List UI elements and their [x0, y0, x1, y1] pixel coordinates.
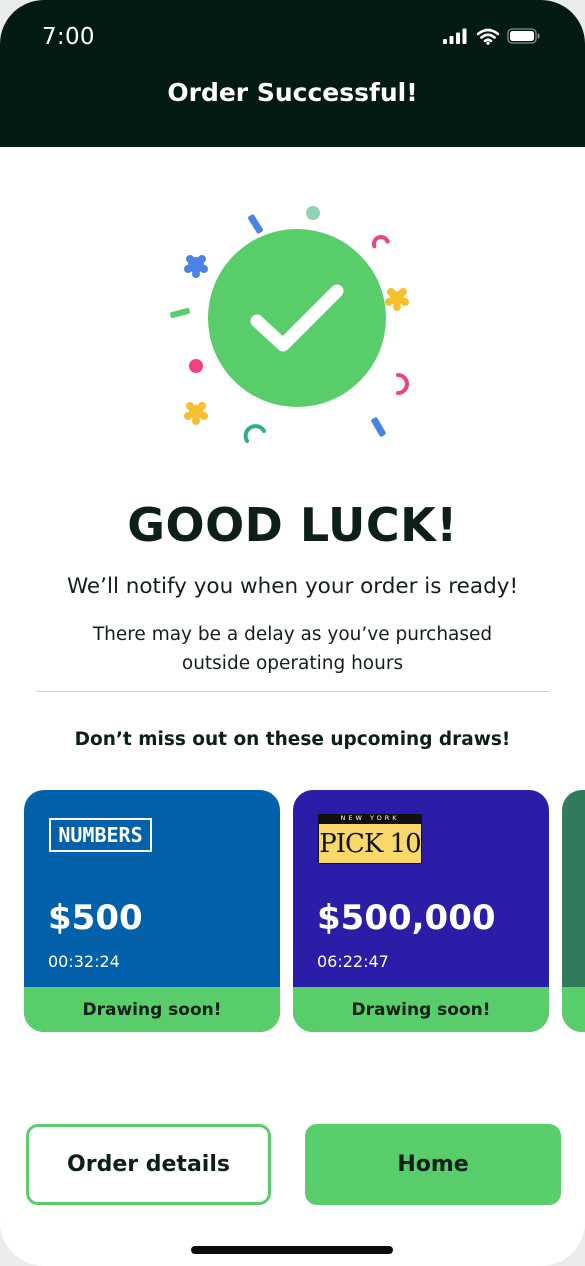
status-time: 7:00: [42, 24, 95, 50]
notify-message: We’ll notify you when your order is read…: [66, 574, 519, 599]
pick10-logo-text: PICK 10: [318, 823, 422, 864]
order-details-button[interactable]: Order details: [26, 1124, 271, 1205]
draw-status-peek: [562, 987, 585, 1032]
pick10-logo: NEW YORK PICK 10: [318, 814, 422, 866]
draw-status: Drawing soon!: [24, 987, 280, 1032]
home-indicator[interactable]: [191, 1246, 393, 1254]
page-title: Order Successful!: [167, 78, 418, 107]
draw-card-numbers[interactable]: NUMBERS $500 00:32:24 Drawing soon!: [24, 790, 280, 1032]
phone-screen: 7:00 Order Successful! GOOD LUCK! We’ll …: [0, 0, 585, 1266]
battery-icon: [507, 28, 540, 44]
headline: GOOD LUCK!: [127, 498, 458, 552]
success-illustration: [160, 195, 430, 455]
draw-status: Drawing soon!: [293, 987, 549, 1032]
numbers-logo: NUMBERS: [49, 818, 152, 852]
delay-message: There may be a delay as you’ve purchased…: [92, 624, 493, 674]
draw-card-pick10[interactable]: NEW YORK PICK 10 $500,000 06:22:47 Drawi…: [293, 790, 549, 1032]
check-circle-icon: [208, 229, 386, 407]
pick10-logo-state: NEW YORK: [318, 814, 422, 823]
app-header: 7:00 Order Successful!: [0, 0, 585, 147]
divider: [36, 691, 549, 692]
draw-jackpot-amount: $500,000: [317, 898, 496, 938]
home-button[interactable]: Home: [305, 1124, 561, 1205]
draws-carousel[interactable]: NUMBERS $500 00:32:24 Drawing soon! NEW …: [24, 790, 585, 1032]
wifi-icon: [477, 28, 499, 45]
draw-countdown: 00:32:24: [48, 952, 120, 971]
draw-jackpot-amount: $500: [48, 898, 143, 938]
draw-countdown: 06:22:47: [317, 952, 389, 971]
draw-card-peek[interactable]: [562, 790, 585, 1032]
signal-icon: [443, 28, 467, 44]
upcoming-draws-title: Don’t miss out on these upcoming draws!: [74, 729, 511, 750]
status-icons: [443, 26, 541, 46]
